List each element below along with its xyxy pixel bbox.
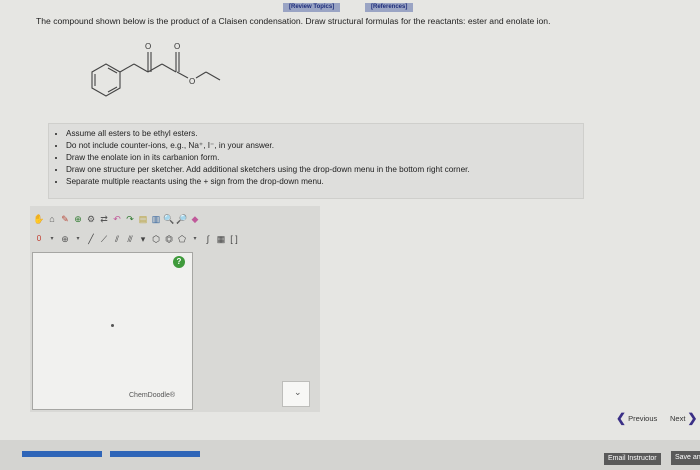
chevron-right-icon: ❯ bbox=[687, 411, 698, 425]
zoom-fit-icon[interactable]: ⊕ bbox=[73, 214, 83, 224]
pentagon-ring-icon[interactable]: ⬠ bbox=[177, 234, 187, 244]
benzene-ring-icon[interactable]: ⏣ bbox=[164, 234, 174, 244]
canvas-dot bbox=[111, 324, 114, 327]
email-instructor-button[interactable]: Email Instructor bbox=[604, 453, 661, 465]
progress-bar-segment bbox=[110, 451, 200, 457]
chevron-left-icon: ❮ bbox=[616, 411, 627, 425]
instruction-item: Draw the enolate ion in its carbanion fo… bbox=[66, 152, 583, 164]
copy-icon[interactable]: ▤ bbox=[138, 214, 148, 224]
next-label: Next bbox=[670, 413, 686, 423]
progress-bar-segment bbox=[22, 451, 102, 457]
zoom-in-icon[interactable]: 🔍 bbox=[163, 214, 174, 224]
chevron-down-icon: ⌄ bbox=[294, 387, 302, 397]
instruction-item: Do not include counter-ions, e.g., Na⁺, … bbox=[66, 140, 583, 152]
lasso-icon[interactable]: ⌂ bbox=[47, 214, 57, 224]
top-bar: [Review Topics] [References] bbox=[0, 0, 700, 14]
bracket-icon[interactable]: [ ] bbox=[229, 234, 239, 244]
paste-icon[interactable]: ▥ bbox=[151, 214, 161, 224]
zoom-out-icon[interactable]: 🔎 bbox=[176, 214, 187, 224]
eraser-icon[interactable]: ✎ bbox=[60, 214, 70, 224]
add-charge-icon[interactable]: ⊕ bbox=[60, 234, 70, 244]
chevron-down-icon[interactable]: ▾ bbox=[190, 234, 200, 244]
sketcher-toolbar-row-2: 0 ▾ ⊕ ▾ ╱ ⟋ ⫽ ⫻ ▾ ⬡ ⏣ ⬠ ▾ ∫ ▦ [ ] bbox=[34, 232, 239, 246]
color-icon[interactable]: ◆ bbox=[190, 214, 200, 224]
flip-icon[interactable]: ⇄ bbox=[99, 214, 109, 224]
question-text: The compound shown below is the product … bbox=[36, 16, 551, 26]
instructions-box: Assume all esters to be ethyl esters. Do… bbox=[48, 123, 584, 199]
chevron-down-icon[interactable]: ▾ bbox=[47, 234, 57, 244]
chemdoodle-brand: ChemDoodle® bbox=[129, 392, 176, 399]
bond-menu-icon[interactable]: ▾ bbox=[138, 234, 148, 244]
previous-button[interactable]: ❮ Previous bbox=[616, 411, 657, 425]
triple-bond-icon[interactable]: ⫻ bbox=[125, 234, 135, 244]
instruction-item: Separate multiple reactants using the + … bbox=[66, 176, 583, 188]
clean-icon[interactable]: ⚙ bbox=[86, 214, 96, 224]
chain-icon[interactable]: ∫ bbox=[203, 234, 213, 244]
chemdoodle-sketcher: ✋ ⌂ ✎ ⊕ ⚙ ⇄ ↶ ↷ ▤ ▥ 🔍 🔎 ◆ 0 ▾ ⊕ ▾ ╱ ⟋ ⫽ … bbox=[30, 206, 320, 412]
instruction-item: Assume all esters to be ethyl esters. bbox=[66, 128, 583, 140]
carbonyl-oxygen-1: O bbox=[145, 42, 151, 51]
help-icon[interactable]: ? bbox=[173, 256, 185, 268]
sketcher-canvas[interactable]: ? ChemDoodle® bbox=[32, 252, 193, 410]
charge-selector[interactable]: 0 bbox=[34, 234, 44, 244]
sketcher-toolbar-row-1: ✋ ⌂ ✎ ⊕ ⚙ ⇄ ↶ ↷ ▤ ▥ 🔍 🔎 ◆ bbox=[33, 212, 200, 226]
bottom-strip bbox=[0, 440, 700, 470]
chevron-down-icon[interactable]: ▾ bbox=[73, 234, 83, 244]
ester-oxygen: O bbox=[189, 77, 195, 86]
single-bond-icon[interactable]: ╱ bbox=[86, 234, 96, 244]
previous-label: Previous bbox=[628, 413, 658, 423]
hand-icon[interactable]: ✋ bbox=[33, 214, 44, 224]
instruction-item: Draw one structure per sketcher. Add add… bbox=[66, 164, 583, 176]
product-molecule: O O O bbox=[91, 42, 221, 97]
redo-icon[interactable]: ↷ bbox=[125, 214, 135, 224]
carbonyl-oxygen-2: O bbox=[174, 42, 180, 51]
double-bond-icon[interactable]: ⫽ bbox=[112, 234, 122, 244]
references-link[interactable]: [References] bbox=[365, 3, 414, 12]
save-button[interactable]: Save an bbox=[671, 451, 700, 465]
template-icon[interactable]: ▦ bbox=[216, 234, 226, 244]
undo-icon[interactable]: ↶ bbox=[112, 214, 122, 224]
add-sketcher-dropdown[interactable]: ⌄ bbox=[282, 381, 310, 407]
hexagon-ring-icon[interactable]: ⬡ bbox=[151, 234, 161, 244]
wedge-bond-icon[interactable]: ⟋ bbox=[99, 234, 109, 244]
review-topics-link[interactable]: [Review Topics] bbox=[283, 3, 341, 12]
next-button[interactable]: Next ❯ bbox=[670, 411, 697, 425]
